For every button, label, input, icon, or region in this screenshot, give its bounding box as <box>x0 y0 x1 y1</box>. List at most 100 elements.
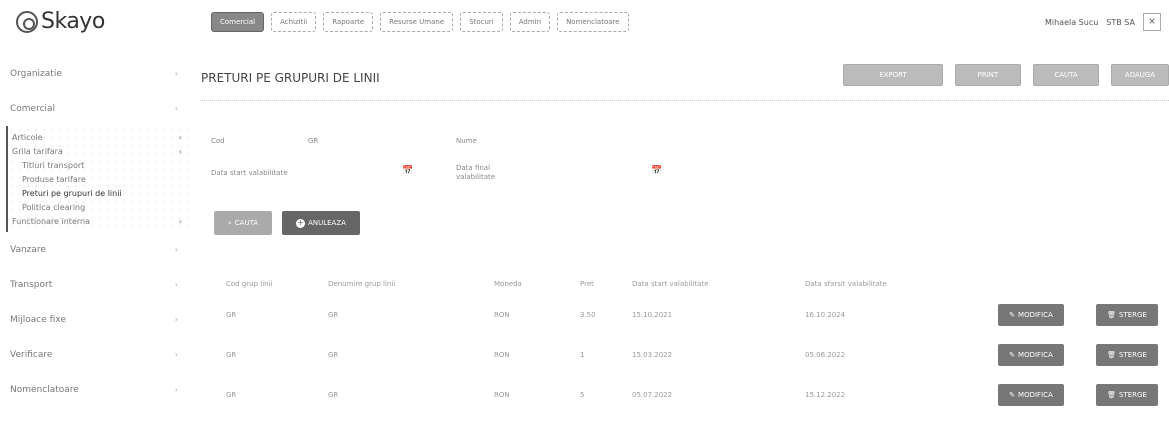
sidebar-subitem-politica-clearing[interactable]: Politica clearing <box>8 200 190 214</box>
col-header-start[interactable]: Data start valabilitate <box>632 280 709 288</box>
code-label: Cod <box>211 137 225 145</box>
delete-label: STERGE <box>1119 391 1147 399</box>
chevron-right-icon: › <box>174 385 178 394</box>
delete-label: STERGE <box>1119 351 1147 359</box>
trash-icon: 🗑 <box>1107 311 1117 319</box>
sidebar-item-label: Comercial <box>10 103 56 114</box>
search-form: Cod GR Nume Data start valabilitate 📅 Da… <box>200 101 1169 251</box>
delete-button[interactable]: 🗑 STERGE <box>1096 384 1158 406</box>
sidebar-comercial-submenu: Articole › Grila tarifara ‹ Titluri tran… <box>6 126 190 232</box>
pencil-icon: ✎ <box>1009 311 1016 319</box>
sidebar-item-label: Transport <box>10 279 53 290</box>
delete-label: STERGE <box>1119 311 1147 319</box>
search-toggle-button[interactable]: CAUTA <box>1033 64 1099 86</box>
cell-moneda: RON <box>494 311 510 319</box>
cell-denumire: GR <box>328 391 339 399</box>
top-bar: Skayo Comercial Achizitii Rapoarte Resur… <box>0 0 1169 48</box>
chevron-right-icon: › <box>174 280 178 289</box>
results-table: Cod grup linii Denumire grup linii Moned… <box>200 273 1169 415</box>
edit-button[interactable]: ✎ MODIFICA <box>998 384 1064 406</box>
cell-pret: 5 <box>580 391 585 399</box>
tab-nomenclatoare[interactable]: Nomenclatoare <box>557 12 629 32</box>
cell-moneda: RON <box>494 391 510 399</box>
tab-achizitii[interactable]: Achizitii <box>271 12 317 32</box>
edit-button[interactable]: ✎ MODIFICA <box>998 304 1064 326</box>
cell-start: 15.10.2021 <box>632 311 673 319</box>
tab-comercial[interactable]: Comercial <box>211 12 265 32</box>
logout-close-icon[interactable]: × <box>1143 13 1161 31</box>
calendar-icon[interactable]: 📅 <box>402 166 413 176</box>
sidebar-subitem-grila-tarifara[interactable]: Grila tarifara ‹ <box>8 144 190 158</box>
tab-stocuri[interactable]: Stocuri <box>460 12 503 32</box>
table-row: GR GR RON 3.50 15.10.2021 16.10.2024 ✎ M… <box>200 295 1169 335</box>
col-header-cod[interactable]: Cod grup linii <box>226 280 272 288</box>
sidebar-subitem-produse-tarifare[interactable]: Produse tarifare <box>8 172 190 186</box>
page-actions: EXPORT PRINT CAUTA ADAUGA <box>843 64 1169 86</box>
cell-moneda: RON <box>494 351 510 359</box>
end-date-label: Data final valabilitate <box>456 164 496 181</box>
cell-cod: GR <box>226 311 237 319</box>
sidebar-subitem-preturi-grupuri-linii[interactable]: Preturi pe grupuri de linii <box>8 186 190 200</box>
edit-label: MODIFICA <box>1018 311 1053 319</box>
chevron-right-icon: › <box>178 132 182 142</box>
table-row: GR GR RON 5 05.07.2022 15.12.2022 ✎ MODI… <box>200 375 1169 415</box>
cell-end: 16.10.2024 <box>805 311 846 319</box>
cell-pret: 1 <box>580 351 585 359</box>
form-cancel-label: ANULEAZA <box>308 219 346 227</box>
sidebar-subitem-titluri-transport[interactable]: Titluri transport <box>8 158 190 172</box>
sidebar-subitem-label: Functionare interna <box>12 216 90 226</box>
sidebar-item-nomenclatoare[interactable]: Nomenclatoare › <box>0 372 190 407</box>
table-row: GR GR RON 1 15.03.2022 05.06.2022 ✎ MODI… <box>200 335 1169 375</box>
col-header-end[interactable]: Data sfarsit valabilitate <box>805 280 887 288</box>
form-search-label: CAUTA <box>234 219 259 227</box>
user-name: Mihaela Sucu <box>1044 17 1099 27</box>
form-search-button[interactable]: ⌕ CAUTA <box>214 211 272 235</box>
sidebar-item-mijloace-fixe[interactable]: Mijloace fixe › <box>0 302 190 337</box>
user-area: Mihaela Sucu STB SA × <box>1045 13 1161 31</box>
calendar-icon[interactable]: 📅 <box>651 166 662 176</box>
sidebar-item-vanzare[interactable]: Vanzare › <box>0 232 190 267</box>
sidebar: Organizatie › Comercial ‹ Articole › Gri… <box>0 56 190 407</box>
tab-rapoarte[interactable]: Rapoarte <box>323 12 374 32</box>
sidebar-subitem-functionare-interna[interactable]: Functionare interna › <box>8 214 190 228</box>
trash-icon: 🗑 <box>1107 351 1117 359</box>
search-icon: ⌕ <box>227 218 232 227</box>
sidebar-subitem-label: Grila tarifara <box>12 146 63 156</box>
sidebar-item-label: Organizatie <box>10 68 62 79</box>
col-header-moneda[interactable]: Moneda <box>494 280 522 288</box>
page-title: PRETURI PE GRUPURI DE LINII <box>201 71 380 85</box>
cell-pret: 3.50 <box>580 311 596 319</box>
sidebar-item-verificare[interactable]: Verificare › <box>0 337 190 372</box>
chevron-left-icon: ‹ <box>174 104 178 113</box>
cell-end: 15.12.2022 <box>805 391 846 399</box>
tab-admin[interactable]: Admin <box>509 12 551 32</box>
cell-start: 15.03.2022 <box>632 351 673 359</box>
sidebar-item-transport[interactable]: Transport › <box>0 267 190 302</box>
add-button[interactable]: ADAUGA <box>1111 64 1169 86</box>
col-header-pret[interactable]: Pret <box>580 280 594 288</box>
chevron-right-icon: › <box>174 350 178 359</box>
chevron-right-icon: › <box>178 216 182 226</box>
tab-resurse-umane[interactable]: Resurse Umane <box>380 12 454 32</box>
code-field[interactable]: GR <box>308 137 318 145</box>
print-button[interactable]: PRINT <box>955 64 1021 86</box>
cell-cod: GR <box>226 391 237 399</box>
sidebar-item-comercial[interactable]: Comercial ‹ <box>0 91 190 126</box>
pencil-icon: ✎ <box>1009 391 1016 399</box>
user-company: STB SA <box>1106 17 1135 27</box>
cell-end: 05.06.2022 <box>805 351 846 359</box>
page-header: PRETURI PE GRUPURI DE LINII EXPORT PRINT… <box>200 56 1169 101</box>
sidebar-subitem-articole[interactable]: Articole › <box>8 130 190 144</box>
col-header-denumire[interactable]: Denumire grup linii <box>328 280 395 288</box>
chevron-right-icon: › <box>174 245 178 254</box>
sidebar-item-label: Vanzare <box>10 244 46 255</box>
delete-button[interactable]: 🗑 STERGE <box>1096 304 1158 326</box>
logo[interactable]: Skayo <box>16 9 105 34</box>
cell-cod: GR <box>226 351 237 359</box>
form-cancel-button[interactable]: + ANULEAZA <box>282 211 360 235</box>
delete-button[interactable]: 🗑 STERGE <box>1096 344 1158 366</box>
sidebar-item-organizatie[interactable]: Organizatie › <box>0 56 190 91</box>
export-button[interactable]: EXPORT <box>843 64 943 86</box>
edit-button[interactable]: ✎ MODIFICA <box>998 344 1064 366</box>
top-nav: Comercial Achizitii Rapoarte Resurse Uma… <box>211 12 629 32</box>
